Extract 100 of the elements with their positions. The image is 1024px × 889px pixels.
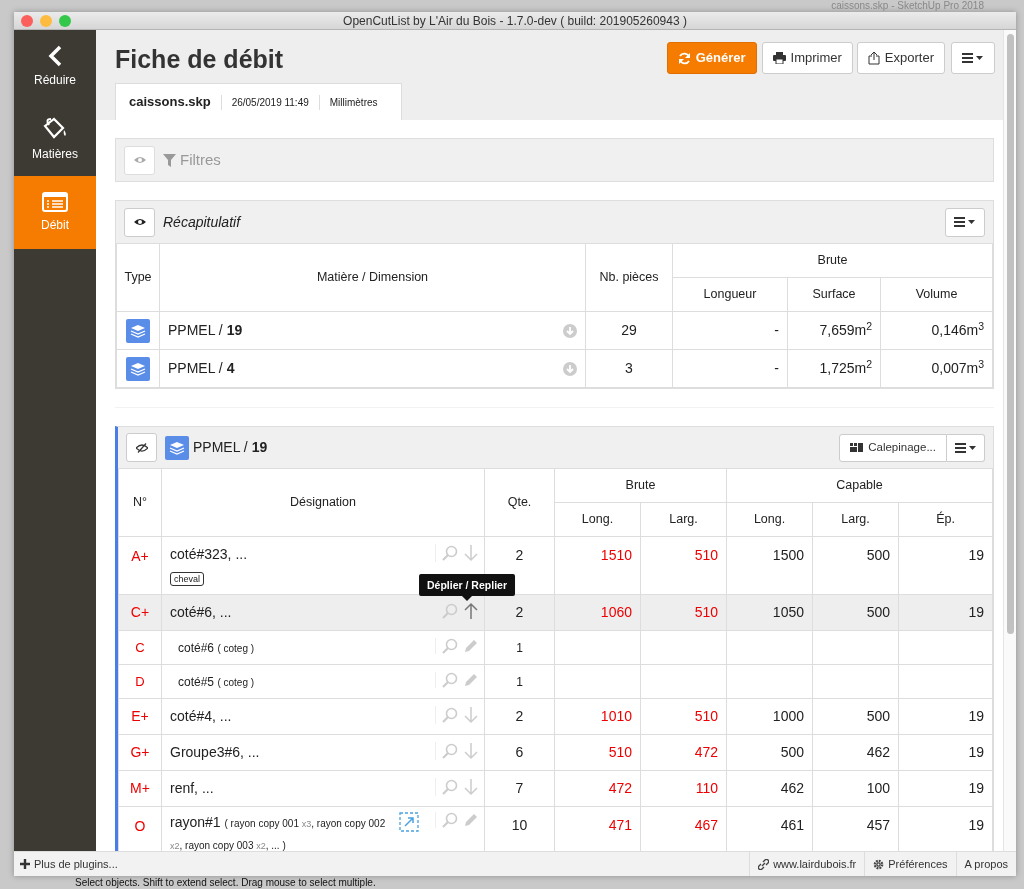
arrow-down-icon[interactable] (464, 544, 478, 562)
file-name: caissons.skp (129, 93, 212, 112)
column-header: Larg. (812, 502, 899, 537)
table-cell: 510 (554, 734, 641, 771)
material-icon (126, 318, 150, 343)
minimize-button[interactable] (40, 15, 52, 27)
about-link[interactable]: A propos (955, 852, 1016, 876)
table-cell: 1,725m$^{2}$ (787, 349, 881, 388)
table-cell: 19 (898, 536, 993, 595)
background-window-title: caissons.skp - SketchUp Pro 2018 (830, 0, 985, 12)
table-cell: 19 (898, 698, 993, 735)
zoom-button[interactable] (59, 15, 71, 27)
search-icon[interactable] (442, 743, 458, 759)
resize-icon[interactable] (399, 812, 419, 832)
part-name: renf, ... (170, 780, 214, 796)
table-cell: 1500 (726, 536, 813, 595)
circle-arrow-down-icon[interactable] (563, 361, 577, 376)
sidebar-item[interactable]: Matières (14, 103, 96, 176)
search-icon[interactable] (442, 707, 458, 723)
search-icon[interactable] (442, 779, 458, 795)
visibility-toggle-button[interactable] (124, 207, 155, 237)
search-icon[interactable] (442, 545, 458, 561)
column-header: Matière / Dimension (159, 243, 586, 312)
search-icon[interactable] (442, 812, 458, 828)
menu-icon[interactable] (954, 217, 976, 227)
eye-icon (133, 218, 146, 226)
visibility-toggle-button[interactable] (124, 145, 155, 175)
search-icon[interactable] (442, 637, 458, 654)
table-cell: 0,146m$^{3}$ (880, 311, 993, 350)
arrow-down-icon[interactable] (464, 706, 478, 724)
table-cell: 500 (812, 594, 899, 631)
table-cell: 500 (812, 698, 899, 735)
table-cell: 1 (484, 630, 555, 665)
part-number: D (118, 664, 162, 699)
arrow-down-icon[interactable] (464, 742, 478, 760)
part-number: A+ (118, 536, 162, 595)
panel-title: Récapitulatif (163, 212, 243, 232)
column-header: Brute (554, 468, 727, 503)
plugins-link[interactable]: Plus de plugins... (14, 852, 126, 876)
table-cell: 7 (484, 770, 555, 807)
list-icon (42, 191, 68, 212)
website-link[interactable]: www.lairdubois.fr (749, 852, 865, 876)
table-cell: 472 (640, 734, 727, 771)
printer-icon (772, 52, 786, 64)
table-cell: - (672, 349, 788, 388)
column-header: N° (118, 468, 162, 537)
status-text: Select objects. Shift to extend select. Drag mouse to select multiple. (74, 876, 377, 889)
arrow-up-icon[interactable] (464, 602, 478, 620)
column-header: Longueur (672, 277, 788, 312)
print-button[interactable]: Imprimer (761, 42, 853, 74)
tooltip: Déplier / Replier (419, 574, 515, 601)
column-header: Brute (672, 243, 993, 278)
column-header: Capable (726, 468, 993, 503)
table-cell: 500 (812, 536, 899, 595)
part-name: coté#5 ( coteg ) (178, 674, 255, 689)
column-header: Volume (880, 277, 993, 312)
file-tab[interactable]: caissons.skp 26/05/2019 11:49 Millimètres (115, 83, 402, 120)
search-icon[interactable] (442, 603, 458, 619)
table-cell: 510 (640, 594, 727, 631)
part-name: coté#4, ... (170, 708, 232, 724)
window-title: OpenCutList by L'Air du Bois - 1.7.0-dev ( build: 201905260943 ) (343, 14, 687, 28)
search-icon[interactable] (442, 671, 458, 688)
visibility-toggle-button[interactable] (126, 433, 157, 462)
scrollbar[interactable] (1003, 30, 1016, 851)
pencil-icon[interactable] (464, 672, 478, 687)
tag-label: cheval (170, 572, 204, 586)
sidebar-item[interactable]: Réduire (14, 30, 96, 103)
settings-link[interactable]: Préférences (864, 852, 956, 876)
menu-icon[interactable] (954, 442, 977, 453)
part-number: E+ (118, 698, 162, 735)
layout-button[interactable]: Calepinage... (839, 433, 947, 462)
arrow-down-icon[interactable] (464, 778, 478, 796)
plus-icon (20, 859, 30, 869)
close-button[interactable] (21, 15, 33, 27)
part-number: C+ (118, 594, 162, 631)
column-header: Ép. (898, 502, 993, 537)
table-cell: 0,007m$^{3}$ (880, 349, 993, 388)
menu-button[interactable] (945, 207, 985, 237)
pencil-icon[interactable] (464, 638, 478, 653)
table-cell: 29 (585, 311, 673, 350)
table-cell: 510 (640, 536, 727, 595)
table-cell: 1510 (554, 536, 641, 595)
menu-button[interactable] (951, 42, 995, 74)
table-cell: 1050 (726, 594, 813, 631)
table-cell: 500 (726, 734, 813, 771)
export-button[interactable]: Exporter (856, 42, 945, 74)
table-cell: 19 (898, 594, 993, 631)
layout-icon (850, 443, 864, 452)
part-name: coté#6, ... (170, 604, 232, 620)
table-cell: 1060 (554, 594, 641, 631)
group-title: PPMEL / 19 (193, 438, 268, 457)
table-cell: 100 (812, 770, 899, 807)
column-header: Long. (726, 502, 813, 537)
column-header: Désignation (161, 468, 485, 537)
material-icon (165, 435, 189, 460)
column-header: Larg. (640, 502, 727, 537)
menu-icon[interactable] (962, 53, 984, 63)
menu-button[interactable] (947, 433, 985, 462)
circle-arrow-down-icon[interactable] (563, 323, 577, 338)
pencil-icon[interactable] (464, 813, 478, 827)
